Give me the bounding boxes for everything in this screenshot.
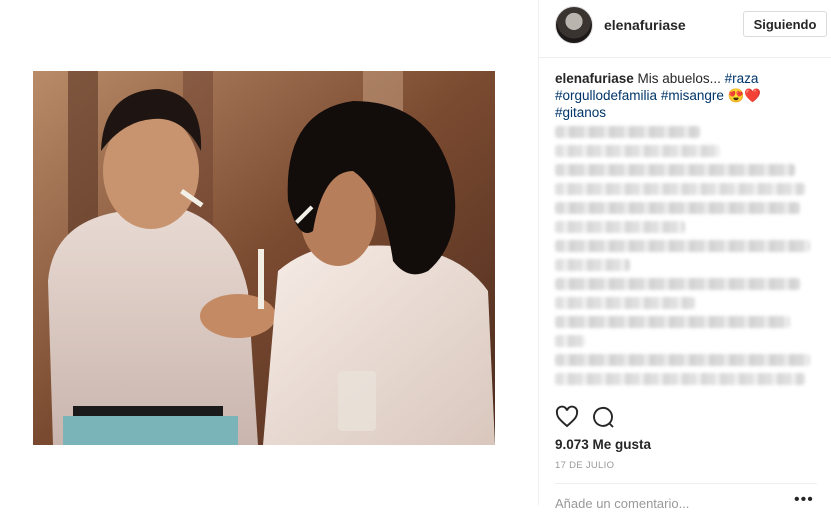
hashtag-link[interactable]: #misangre [661, 88, 724, 103]
comment-divider [555, 483, 817, 484]
comment-input[interactable] [555, 493, 785, 513]
hashtag-link[interactable]: #gitanos [555, 105, 606, 120]
post-date: 17 DE JULIO [555, 460, 615, 471]
profile-avatar[interactable] [555, 6, 593, 44]
post-side-panel: elenafuriase Siguiendo elenafuriase Mis … [538, 0, 831, 513]
post-actions [555, 405, 635, 433]
likes-count[interactable]: 9.073 Me gusta [555, 437, 651, 452]
comment-bubble-icon[interactable] [591, 405, 617, 431]
caption-emoji: 😍❤️ [727, 88, 762, 103]
post-photo[interactable] [33, 71, 495, 445]
heart-icon[interactable] [555, 405, 581, 431]
post-caption: elenafuriase Mis abuelos... #raza #orgul… [555, 70, 805, 121]
caption-username[interactable]: elenafuriase [555, 71, 634, 86]
following-button[interactable]: Siguiendo [743, 11, 827, 37]
hashtag-link[interactable]: #orgullodefamilia [555, 88, 657, 103]
header-username[interactable]: elenafuriase [604, 17, 686, 33]
hashtag-link[interactable]: #raza [725, 71, 759, 86]
caption-text: Mis abuelos... [633, 71, 725, 86]
vintage-photo-illustration [33, 71, 495, 445]
blurred-comments [555, 126, 825, 392]
header-divider [539, 57, 831, 58]
post-header: elenafuriase Siguiendo [555, 6, 827, 44]
